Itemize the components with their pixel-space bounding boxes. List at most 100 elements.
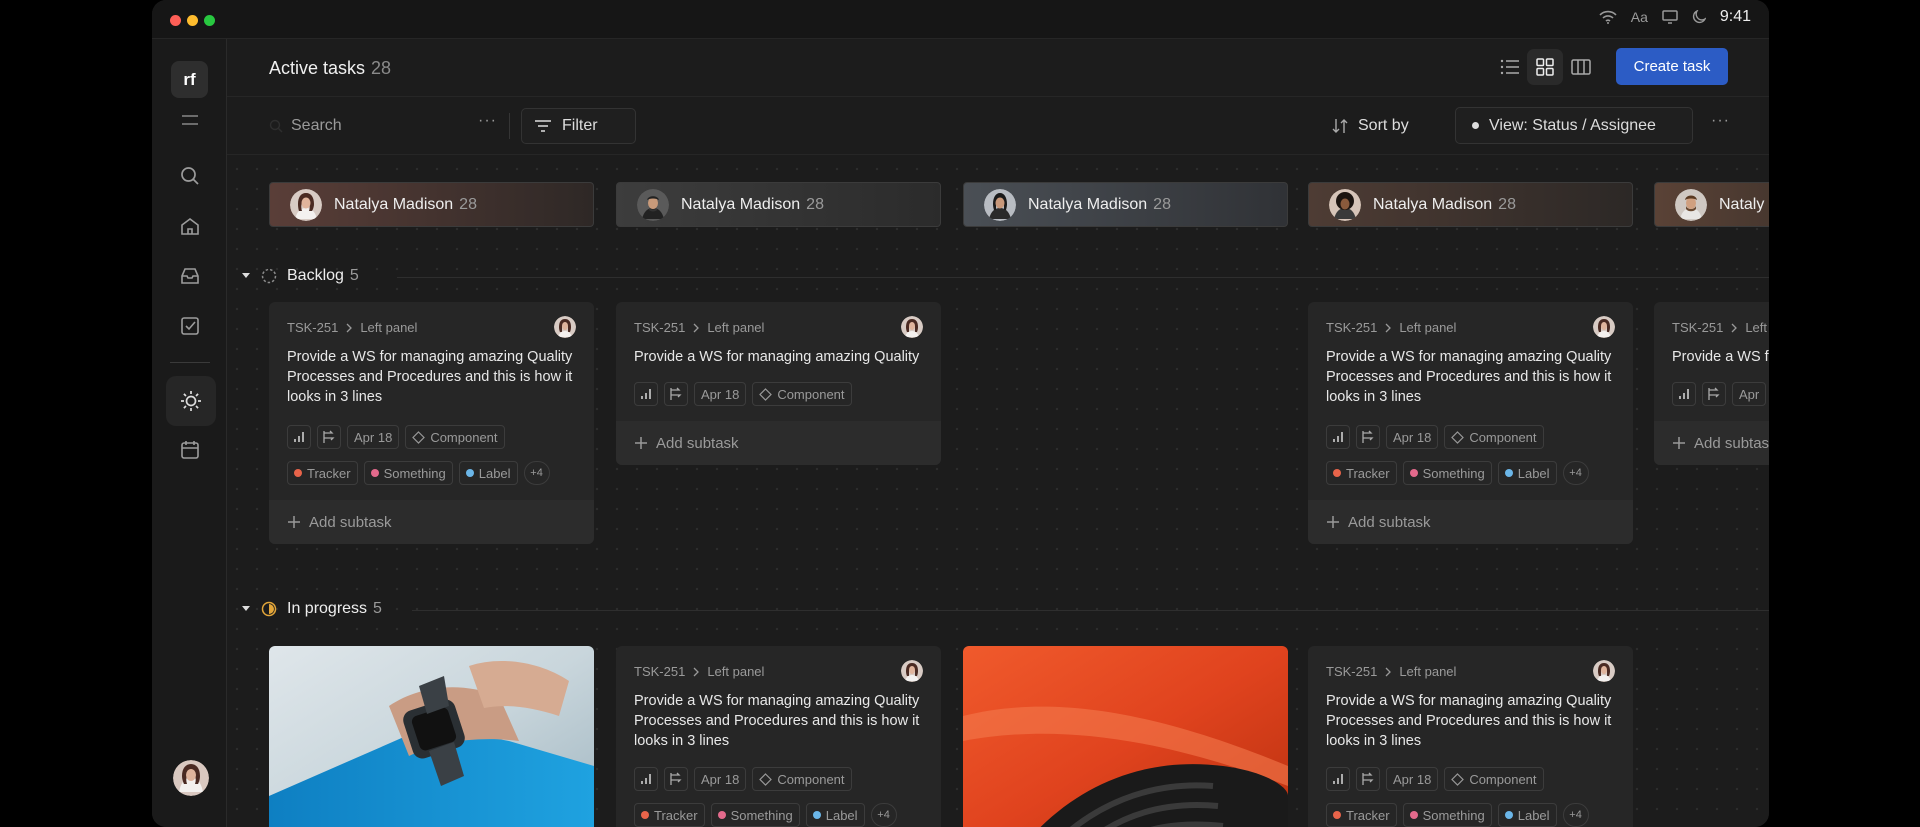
label-tracker[interactable]: Tracker (634, 803, 705, 827)
more-labels-badge[interactable]: +4 (523, 461, 550, 485)
add-subtask-button[interactable]: Add subtas (1654, 421, 1769, 465)
something-dot (717, 811, 726, 819)
task-card[interactable]: TSK-251 Left Provide a WS fo Apr Add sub… (1654, 302, 1769, 465)
priority-icon (1679, 389, 1689, 399)
column-header[interactable]: Nataly (1654, 182, 1769, 227)
sidebar-tasks[interactable] (171, 307, 208, 344)
task-card[interactable]: TSK-251 Left panel Provide a WS for mana… (1308, 302, 1633, 544)
toolbar-more-button[interactable]: ··· (1711, 112, 1730, 130)
priority-chip[interactable] (1672, 382, 1696, 406)
task-card[interactable]: TSK-251 Left panel Provide a WS for mana… (269, 302, 594, 544)
more-labels-badge[interactable]: +4 (1562, 803, 1589, 827)
priority-chip[interactable] (1326, 425, 1350, 449)
more-labels-badge[interactable]: +4 (1562, 461, 1589, 485)
add-subtask-button[interactable]: Add subtask (616, 421, 941, 465)
sort-button[interactable]: Sort by (1332, 117, 1409, 135)
task-card[interactable]: TSK-251 Left panel Provide a WS for mana… (1308, 646, 1633, 827)
column-header[interactable]: Natalya Madison 28 (1308, 182, 1633, 227)
columns-view-icon (1571, 59, 1591, 75)
calendar-icon (180, 440, 199, 459)
sidebar-inbox[interactable] (171, 257, 208, 294)
priority-chip[interactable] (634, 382, 658, 406)
component-chip[interactable]: Component (1444, 767, 1544, 791)
add-subtask-button[interactable]: Add subtask (1308, 500, 1633, 544)
label-something[interactable]: Something (1402, 461, 1492, 485)
split-chip[interactable] (1702, 382, 1726, 406)
split-chip[interactable] (1356, 425, 1380, 449)
sidebar-home[interactable] (171, 207, 208, 244)
in-progress-status-icon (261, 601, 277, 617)
sidebar-search[interactable] (171, 157, 208, 194)
label-something[interactable]: Something (363, 461, 453, 485)
backlog-status-icon (261, 268, 277, 284)
component-chip[interactable]: Component (752, 767, 852, 791)
sidebar-calendar[interactable] (171, 431, 208, 468)
task-card-image[interactable] (963, 646, 1288, 827)
date-chip[interactable]: Apr 18 (694, 382, 747, 406)
label-something[interactable]: Something (1402, 803, 1492, 827)
group-header-in-progress[interactable]: In progress 5 (241, 600, 382, 618)
maximize-window-button[interactable] (204, 15, 215, 26)
priority-chip[interactable] (287, 425, 311, 449)
task-card-image[interactable] (269, 646, 594, 827)
menu-icon (181, 114, 198, 125)
label-text: Tracker (307, 465, 351, 481)
label-text: Something (383, 465, 446, 481)
grid-view-button[interactable] (1527, 49, 1563, 85)
split-chip[interactable] (664, 767, 688, 791)
list-view-button[interactable] (1492, 49, 1528, 85)
user-avatar[interactable] (172, 759, 209, 796)
columns-view-button[interactable] (1563, 49, 1599, 85)
view-selector[interactable]: View: Status / Assignee (1455, 107, 1693, 144)
component-label: Component (1469, 429, 1537, 445)
task-card[interactable]: TSK-251 Left panel Provide a WS for mana… (616, 646, 941, 827)
component-chip[interactable]: Component (405, 425, 505, 449)
label-label[interactable]: Label (458, 461, 518, 485)
add-subtask-button[interactable]: Add subtask (269, 500, 594, 544)
date-chip[interactable]: Apr 18 (1386, 767, 1439, 791)
label-text: Tracker (654, 807, 698, 823)
sidebar-active-item[interactable] (166, 376, 216, 426)
tracker-dot (294, 469, 302, 477)
search-more-button[interactable]: ··· (478, 112, 497, 130)
label-label[interactable]: Label (1497, 803, 1557, 827)
task-card[interactable]: TSK-251 Left panel Provide a WS for mana… (616, 302, 941, 465)
column-header[interactable]: Natalya Madison 28 (269, 182, 594, 227)
card-labels: Tracker Something Label +4 (1326, 803, 1589, 827)
view-dot (1472, 122, 1479, 129)
search-input[interactable]: Search (269, 117, 342, 135)
split-chip[interactable] (664, 382, 688, 406)
close-window-button[interactable] (170, 15, 181, 26)
label-label[interactable]: Label (1497, 461, 1557, 485)
label-tracker[interactable]: Tracker (1326, 461, 1397, 485)
create-task-button[interactable]: Create task (1616, 48, 1728, 85)
date-chip[interactable]: Apr 18 (694, 767, 747, 791)
app-logo[interactable]: rf (171, 61, 208, 98)
menu-button[interactable] (171, 101, 208, 138)
task-id: TSK-251 (1326, 320, 1378, 335)
filter-button[interactable]: Filter (521, 108, 636, 144)
column-header[interactable]: Natalya Madison 28 (616, 182, 941, 227)
date-chip[interactable]: Apr 18 (347, 425, 400, 449)
card-assignee-avatar (901, 660, 923, 682)
priority-chip[interactable] (1326, 767, 1350, 791)
minimize-window-button[interactable] (187, 15, 198, 26)
date-chip[interactable]: Apr (1732, 382, 1767, 406)
card-properties: Apr 18 Component (1326, 425, 1544, 449)
column-header[interactable]: Natalya Madison 28 (963, 182, 1288, 227)
split-chip[interactable] (317, 425, 341, 449)
split-icon (670, 772, 682, 785)
label-tracker[interactable]: Tracker (287, 461, 358, 485)
label-tracker[interactable]: Tracker (1326, 803, 1397, 827)
component-chip[interactable]: Component (1444, 425, 1544, 449)
card-properties: Apr 18 Component (287, 425, 505, 449)
date-chip[interactable]: Apr 18 (1386, 425, 1439, 449)
more-labels-badge[interactable]: +4 (870, 803, 897, 827)
priority-chip[interactable] (634, 767, 658, 791)
filter-icon (535, 120, 551, 132)
label-something[interactable]: Something (710, 803, 800, 827)
component-chip[interactable]: Component (752, 382, 852, 406)
split-chip[interactable] (1356, 767, 1380, 791)
label-label[interactable]: Label (805, 803, 865, 827)
group-header-backlog[interactable]: Backlog 5 (241, 267, 359, 285)
